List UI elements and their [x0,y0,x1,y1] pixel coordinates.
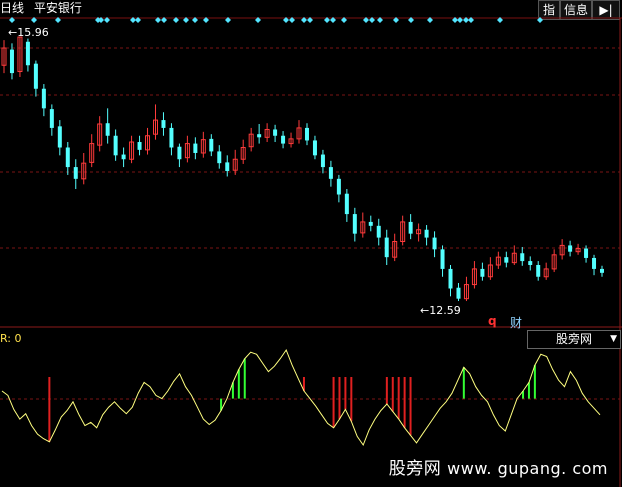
candle-body [456,287,461,299]
q-marker[interactable]: q [488,314,497,328]
candle-body [592,257,597,269]
candle-body [504,257,509,263]
candle-body [177,146,182,160]
candle-body [193,143,198,153]
candle-body [440,249,445,269]
candle-body [9,49,14,74]
candle-body [105,123,110,136]
indicator-line [1,348,601,447]
finance-marker[interactable]: 财 [510,314,522,331]
candle-body [304,127,309,141]
low-price-label: ←12.59 [420,304,461,317]
indicator-select[interactable]: 股旁网 ▼ [527,330,621,349]
candle-body [376,225,381,238]
candle-body [424,229,429,238]
candle-body [584,248,589,258]
candle-body [568,245,573,252]
candle-body [432,237,437,250]
candle-body [225,162,230,171]
candle-body [161,120,166,128]
candle-body [73,167,78,179]
candle-body [137,142,142,150]
indicator-select-label: 股旁网 [556,332,593,346]
candle-body [33,63,38,89]
candle-body [600,268,604,273]
candle-body [536,265,541,277]
candle-body [25,41,30,66]
indicator-label: R: 0 [0,332,22,345]
candle-body [408,221,413,234]
candle-body [384,237,389,258]
chevron-down-icon: ▼ [610,334,617,344]
leader-arrow-icon: ← [8,26,18,39]
candle-body [217,151,222,164]
candle-body [209,138,214,152]
candle-body [49,109,54,128]
leader-arrow-icon: ← [420,304,430,317]
candle-body [113,135,118,156]
candle-body [344,193,349,215]
candle-body [352,214,357,234]
candle-body [273,129,278,136]
candle-body [320,154,325,168]
candle-body [328,167,333,179]
candle-body [121,154,126,160]
candle-body [169,127,174,148]
candle-body [281,135,286,144]
high-price-value: 15.96 [17,26,49,39]
watermark-url: www. gupang. com [447,459,608,478]
candle-body [257,134,262,138]
candle-body [57,126,62,148]
candle-body [312,140,317,156]
watermark-cn: 股旁网 [388,459,442,479]
candle-body [65,147,70,168]
low-price-value: 12.59 [429,304,461,317]
candle-body [528,261,533,265]
candle-body [520,253,525,262]
chart-canvas [0,17,622,487]
candle-body [336,178,341,195]
candle-body [480,268,485,277]
watermark: 股旁网 www. gupang. com [389,454,608,479]
candle-body [448,268,453,289]
candle-body [41,88,46,109]
candle-body [368,221,373,226]
high-price-label: ←15.96 [8,26,49,39]
